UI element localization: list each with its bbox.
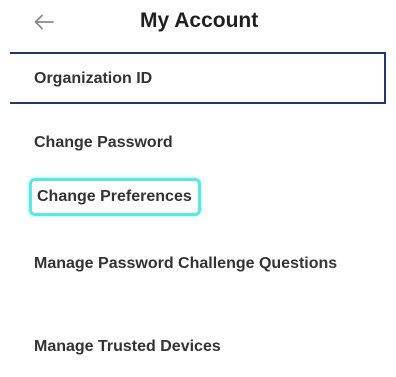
menu-item-label: Organization ID <box>34 70 153 87</box>
menu-item-organization-id[interactable]: Organization ID <box>10 52 386 104</box>
menu-item-manage-trusted-devices[interactable]: Manage Trusted Devices <box>34 336 221 358</box>
header-bar: My Account <box>0 0 396 44</box>
page-title: My Account <box>140 9 259 32</box>
arrow-left-icon <box>34 14 54 30</box>
menu-item-change-password[interactable]: Change Password <box>34 132 173 154</box>
menu-item-change-preferences[interactable]: Change Preferences <box>29 178 201 216</box>
menu-item-manage-password-challenge-questions[interactable]: Manage Password Challenge Questions <box>34 252 354 276</box>
back-button[interactable] <box>30 8 58 36</box>
